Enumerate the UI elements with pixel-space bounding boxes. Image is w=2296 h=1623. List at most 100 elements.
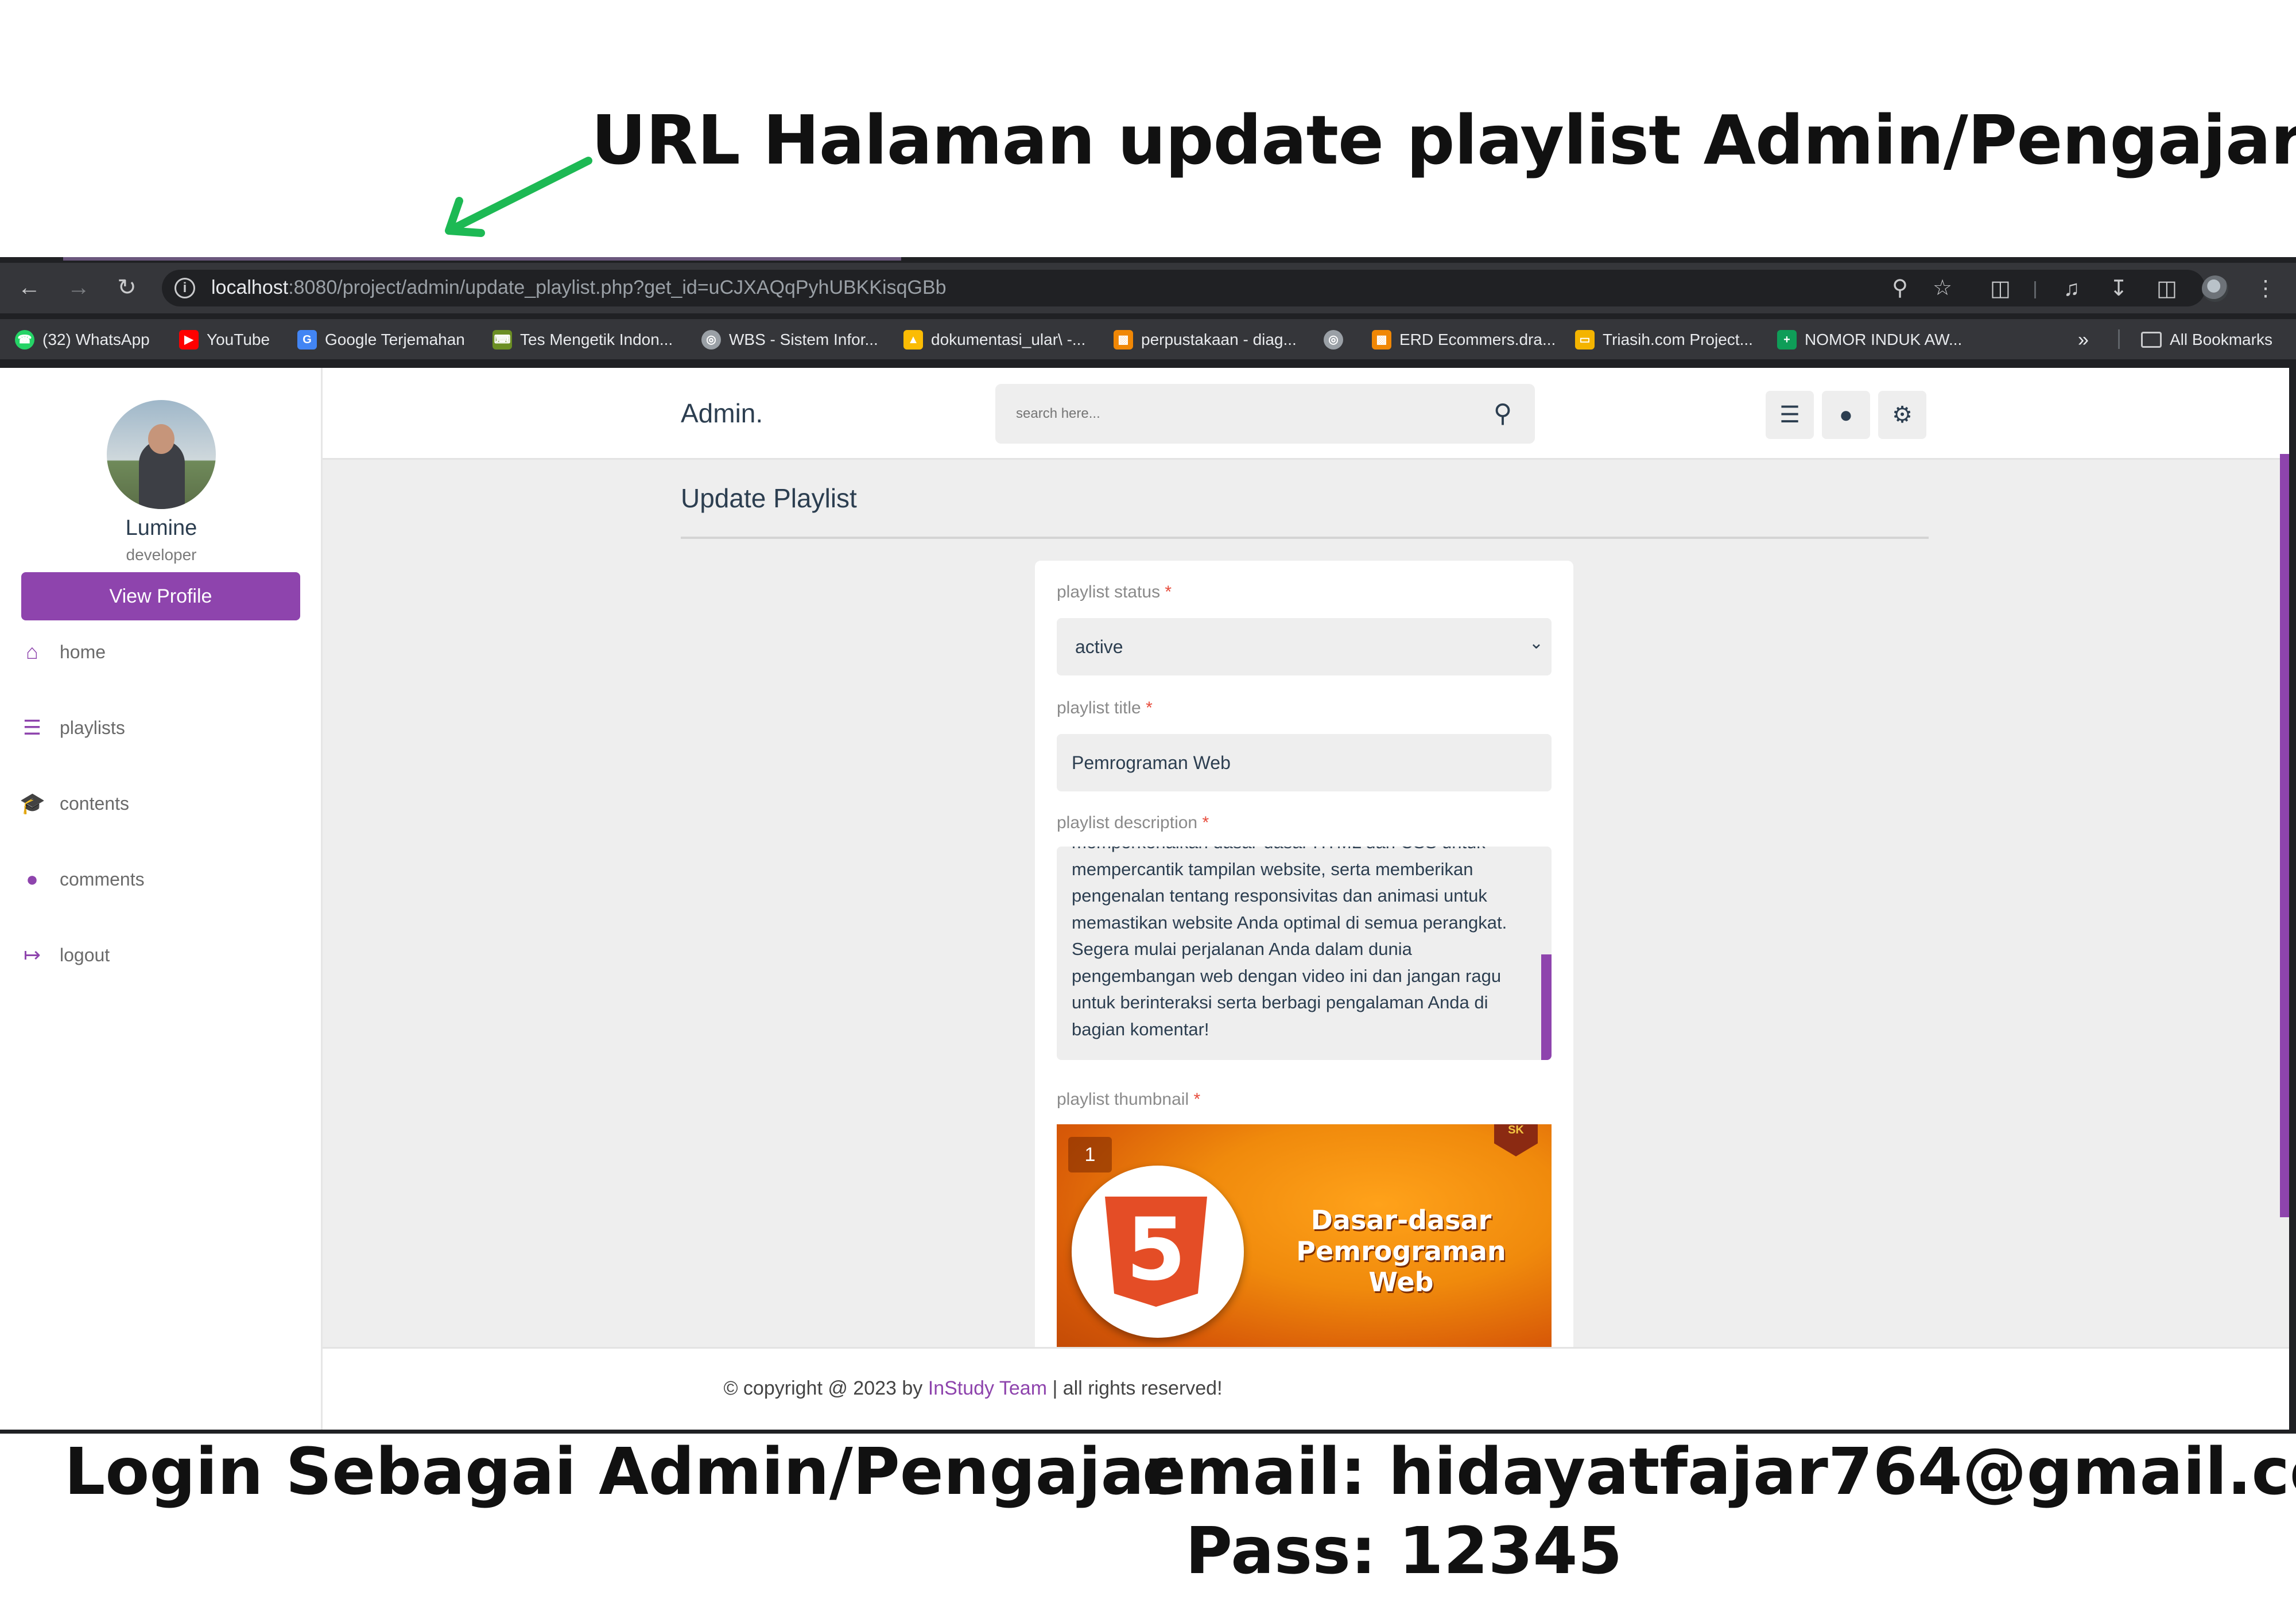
thumbnail-label: playlist thumbnail * [1057,1090,1200,1109]
bookmark-item[interactable]: ▩ perpustakaan - diag... [1114,329,1297,350]
more-bookmarks-icon[interactable]: » [2078,329,2089,351]
logo[interactable]: Admin. [681,398,763,429]
reload-icon[interactable]: ↻ [113,273,141,302]
bookmark-label: (32) WhatsApp [42,331,150,348]
sheets-icon: + [1777,330,1797,350]
copyright-suffix: | all rights reserved! [1052,1377,1223,1399]
avatar-head [148,424,174,454]
comment-icon: ● [26,867,38,891]
bookmark-label: Triasih.com Project... [1603,331,1753,348]
description-textarea[interactable]: memperkenalkan dasar-dasar HTML dan CSS … [1057,847,1552,1060]
textarea-scrollbar[interactable] [1541,954,1552,1060]
forward-icon[interactable]: → [64,273,93,302]
back-icon[interactable]: ← [15,273,44,302]
bookmark-item[interactable]: + NOMOR INDUK AW... [1777,329,1962,350]
annotation-pass: Pass: 12345 [1185,1514,1623,1589]
annotation-title: URL Halaman update playlist Admin/Pengaj… [591,100,2296,180]
bookmark-item[interactable]: ▲ dokumentasi_ular\ -... [903,329,1085,350]
browser-profile-avatar[interactable] [2202,275,2228,302]
bookmark-item[interactable]: ▶ YouTube [179,329,270,350]
diagram-icon: ▩ [1372,330,1391,350]
thumbnail-number-badge: 1 [1068,1137,1112,1172]
sidebar-item-contents[interactable]: 🎓 contents [20,789,129,818]
chevron-down-icon: ⌄ [1529,634,1543,653]
avatar [107,400,216,509]
menu-kebab-icon[interactable]: ⋮ [2252,275,2279,302]
bookmark-label: dokumentasi_ular\ -... [931,331,1086,348]
description-label: playlist description * [1057,813,1209,833]
youtube-icon: ▶ [179,330,199,350]
thumbnail-image: 1 SK 5 Dasar-dasar Pemrograman Web [1057,1124,1552,1354]
zoom-icon[interactable]: ⚲ [1887,275,1913,301]
top-header: Admin. ⚲ ☰ ● ⚙ [323,368,2289,460]
title-label: playlist title * [1057,698,1153,718]
all-bookmarks-button[interactable]: All Bookmarks [2141,329,2272,350]
media-controls-icon[interactable]: ♫ [2058,275,2085,302]
list-icon: ☰ [22,716,42,739]
sidebar-item-playlists[interactable]: ☰ playlists [20,713,125,742]
required-mark: * [1165,583,1172,601]
user-icon[interactable]: ● [1822,391,1870,439]
sidebar-item-comments[interactable]: ● comments [20,865,145,894]
bookmark-item[interactable]: G Google Terjemahan [297,329,465,350]
html5-digit: 5 [1126,1200,1186,1300]
globe-icon: ◎ [701,330,721,350]
sidebar: Lumine developer View Profile ⌂ home ☰ pla… [0,368,323,1430]
bookmark-item[interactable]: ☎ (32) WhatsApp [15,329,150,350]
status-label-text: playlist status [1057,583,1161,601]
sidebar-item-label: logout [60,944,110,965]
url-text[interactable]: localhost:8080/project/admin/update_play… [211,277,947,299]
download-icon[interactable]: ↧ [2105,275,2132,302]
status-selected-value: active [1075,636,1123,657]
home-icon: ⌂ [26,640,38,663]
bookmark-label: NOMOR INDUK AW... [1805,331,1963,348]
browser-toolbar: ← → ↻ i localhost:8080/project/admin/upd… [0,263,2296,313]
bookmark-label: perpustakaan - diag... [1141,331,1297,348]
address-bar[interactable]: i localhost:8080/project/admin/update_pl… [162,270,2205,306]
gear-icon[interactable]: ⚙ [1878,391,1926,439]
bookmarks-separator [2118,329,2120,349]
status-select[interactable]: active ⌄ [1057,618,1552,675]
copyright-text: © copyright @ 2023 by InStudy Team | all… [323,1377,1623,1400]
bookmark-label: Tes Mengetik Indon... [520,331,673,348]
title-input[interactable]: Pemrograman Web [1057,734,1552,791]
logout-icon: ↦ [23,943,41,966]
bookmark-item[interactable]: ◎ [1324,329,1351,350]
bookmark-item[interactable]: ▩ ERD Ecommers.dra... [1372,329,1556,350]
bookmark-label: WBS - Sistem Infor... [729,331,878,348]
side-panel-icon[interactable]: ◫ [2154,275,2180,302]
brand-link[interactable]: InStudy Team [928,1377,1047,1399]
sidebar-item-home[interactable]: ⌂ home [20,638,106,666]
sidebar-item-label: comments [60,868,145,890]
sidebar-item-logout[interactable]: ↦ logout [20,941,110,969]
browser-window: ← → ↻ i localhost:8080/project/admin/upd… [0,257,2296,1434]
profile-name: Lumine [125,516,197,540]
bookmark-item[interactable]: ▭ Triasih.com Project... [1575,329,1753,350]
bookmark-label: Google Terjemahan [325,331,465,348]
menu-icon[interactable]: ☰ [1766,391,1814,439]
url-path: :8080/project/admin/update_playlist.php?… [288,277,947,298]
thumbnail-label-text: playlist thumbnail [1057,1090,1189,1109]
update-playlist-form: playlist status * active ⌄ playlist titl… [1035,561,1573,1422]
slides-icon: ▭ [1575,330,1595,350]
required-mark: * [1193,1090,1201,1109]
search-input[interactable] [1016,401,1464,426]
translate-icon: G [297,330,317,350]
bottom-divider [0,1431,2289,1434]
annotation-arrow-icon [445,157,592,237]
search-icon[interactable]: ⚲ [1488,399,1518,429]
view-profile-button[interactable]: View Profile [21,572,300,620]
extensions-icon[interactable]: ◫ [1987,275,2014,302]
bookmark-item[interactable]: ⌨ Tes Mengetik Indon... [492,329,673,350]
bookmarks-bar: ☎ (32) WhatsApp ▶ YouTube G Google Terjemah… [0,319,2296,359]
required-mark: * [1146,698,1153,717]
web-page: Lumine developer View Profile ⌂ home ☰ pla… [0,368,2289,1430]
annotation-login: Login Sebagai Admin/Pengajar [64,1435,1176,1509]
sidebar-item-label: playlists [60,717,125,738]
site-info-icon[interactable]: i [174,278,195,298]
heading-divider [681,537,1929,539]
bookmark-item[interactable]: ◎ WBS - Sistem Infor... [701,329,878,350]
page-scrollbar[interactable] [2280,454,2289,1217]
profile-role: developer [126,546,197,564]
bookmark-star-icon[interactable]: ☆ [1930,275,1955,301]
